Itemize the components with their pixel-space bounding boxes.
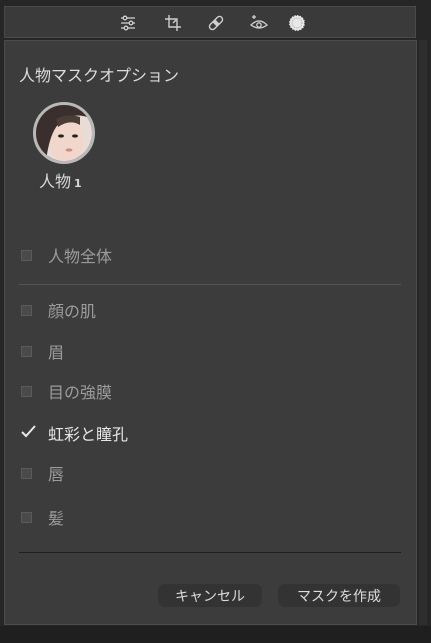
divider [19,284,401,285]
crop-icon[interactable] [162,12,184,34]
checkbox-row-sclera[interactable]: 目の強膜 [21,379,112,403]
checkmark-icon [21,424,36,437]
tool-strip [4,6,416,38]
cancel-button[interactable]: キャンセル [158,584,262,607]
checkbox-label: 唇 [48,465,65,484]
mask-icon[interactable] [286,12,308,34]
checkbox[interactable] [21,385,32,397]
bandage-icon[interactable] [205,12,227,34]
checkbox[interactable] [21,249,32,261]
checkbox-label: 虹彩と瞳孔 [48,425,129,444]
checkbox[interactable] [21,467,32,479]
checkbox-row-iris-pupil[interactable]: 虹彩と瞳孔 [21,421,128,445]
person-label: 人物 1 [39,168,82,192]
person-thumbnail[interactable] [33,102,95,164]
red-eye-icon[interactable] [248,12,270,34]
panel-title: 人物マスクオプション [19,66,180,85]
checkbox-checked[interactable] [21,424,36,439]
person-mask-options-panel: 人物マスクオプション 人物 1 人物全体 顔の肌 眉 目の強膜 虹彩と瞳孔 唇 … [4,40,417,625]
person-name: 人物 [39,172,72,191]
checkbox-row-lips[interactable]: 唇 [21,461,64,485]
create-mask-button[interactable]: マスクを作成 [278,584,400,607]
checkbox-label: 顔の肌 [48,302,97,321]
checkbox[interactable] [21,345,32,357]
checkbox-row-eyebrows[interactable]: 眉 [21,339,64,363]
divider [19,552,401,553]
checkbox-row-hair[interactable]: 髪 [21,505,64,529]
sliders-icon[interactable] [117,12,139,34]
checkbox-row-whole-person[interactable]: 人物全体 [21,243,112,267]
checkbox-label: 人物全体 [48,247,113,266]
checkbox[interactable] [21,304,32,316]
checkbox-label: 目の強膜 [48,383,113,402]
bottom-strip [0,626,431,643]
person-photo [36,105,92,161]
scrollbar[interactable] [419,40,427,625]
checkbox-label: 眉 [48,343,65,362]
checkbox[interactable] [21,511,32,523]
checkbox-label: 髪 [48,509,65,528]
person-index: 1 [74,177,82,190]
checkbox-row-face-skin[interactable]: 顔の肌 [21,298,96,322]
